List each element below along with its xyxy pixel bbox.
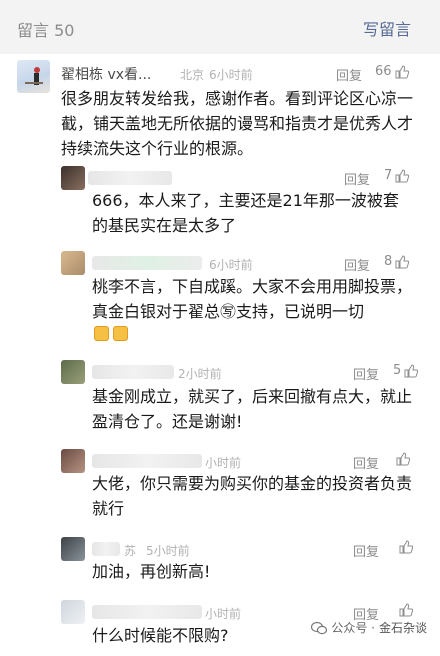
like-count: 5 xyxy=(393,363,402,378)
reply-text: 什么时候能不限购? xyxy=(92,626,229,645)
blurred-name xyxy=(92,256,202,270)
emoji-row xyxy=(94,324,132,343)
emoji-icon xyxy=(113,326,128,341)
reply-text: 666，本人来了，主要还是21年那一波被套的基民实在是太多了 xyxy=(92,191,399,235)
comment-time: 6小时前 xyxy=(209,68,253,82)
like-button[interactable]: 7 xyxy=(384,168,410,183)
blurred-name xyxy=(92,605,202,619)
commenter-name[interactable]: 翟相栋 vx看... xyxy=(61,64,151,84)
reply-item: 小时前 回复 大佬，你只需要为购买你的基金的投资者负责就行 xyxy=(0,449,440,529)
reply-item: 2小时前 回复 5 基金刚成立，就买了，后来回撤有点大，就止盈清仓了。还是谢谢! xyxy=(0,360,440,440)
watermark-account-name: 金石杂谈 xyxy=(378,621,427,635)
comments-header: 留言 50 写留言 xyxy=(0,0,440,54)
emoji-icon xyxy=(94,326,109,341)
avatar[interactable] xyxy=(61,360,85,384)
like-button[interactable]: 5 xyxy=(393,363,419,378)
like-button[interactable] xyxy=(396,540,413,554)
write-comment-button[interactable]: 写留言 xyxy=(363,16,411,40)
avatar[interactable] xyxy=(17,60,50,93)
reply-time: 6小时前 xyxy=(209,258,253,272)
blurred-name xyxy=(92,454,202,468)
like-count: 8 xyxy=(384,254,393,269)
reply-button[interactable]: 回复 xyxy=(353,453,379,472)
reply-text: 桃李不言，下自成蹊。大家不会用用脚投票，真金白银对于翟总㊢支持，已说明一切 xyxy=(92,277,413,321)
avatar[interactable] xyxy=(61,537,85,561)
comment-location: 北京 xyxy=(180,68,205,82)
like-button[interactable]: 8 xyxy=(384,254,410,269)
wechat-logo-icon xyxy=(311,621,328,634)
avatar[interactable] xyxy=(61,600,85,624)
thumbs-up-icon xyxy=(404,363,419,377)
reply-button[interactable]: 回复 xyxy=(344,169,370,188)
thumbs-up-icon xyxy=(395,254,410,268)
reply-button[interactable]: 回复 xyxy=(353,364,379,383)
like-count: 66 xyxy=(375,64,392,79)
reply-item: 回复 7 666，本人来了，主要还是21年那一波被套的基民实在是太多了 xyxy=(0,166,440,244)
commenter-name-fragment: 苏 xyxy=(124,544,137,558)
blurred-name xyxy=(88,171,172,185)
reply-item: 苏 5小时前 回复 加油，再创新高! xyxy=(0,537,440,593)
reply-text: 基金刚成立，就买了，后来回撤有点大，就止盈清仓了。还是谢谢! xyxy=(92,387,413,431)
like-button[interactable]: 66 xyxy=(375,64,409,79)
reply-time: 5小时前 xyxy=(146,544,190,558)
avatar[interactable] xyxy=(61,166,85,190)
like-button[interactable] xyxy=(396,603,413,617)
reply-button[interactable]: 回复 xyxy=(353,541,379,560)
comment-count-title: 留言 50 xyxy=(17,21,75,40)
reply-time: 小时前 xyxy=(205,607,242,621)
thumbs-up-icon xyxy=(396,452,410,466)
wechat-watermark: 公众号 · 金石杂谈 xyxy=(311,619,427,636)
blurred-name xyxy=(92,365,174,379)
reply-text: 加油，再创新高! xyxy=(92,562,211,581)
reply-time: 2小时前 xyxy=(178,367,222,381)
like-count: 7 xyxy=(384,168,393,183)
reply-item: 6小时前 回复 8 桃李不言，下自成蹊。大家不会用用脚投票，真金白银对于翟总㊢支… xyxy=(0,251,440,351)
reply-time: 小时前 xyxy=(205,456,242,470)
like-button[interactable] xyxy=(393,452,410,466)
watermark-prefix: 公众号 · xyxy=(331,621,375,635)
avatar[interactable] xyxy=(61,449,85,473)
reply-button[interactable]: 回复 xyxy=(336,65,362,84)
blurred-name xyxy=(92,542,120,556)
avatar[interactable] xyxy=(61,251,85,275)
reply-text: 大佬，你只需要为购买你的基金的投资者负责就行 xyxy=(92,474,413,518)
comment-item: 翟相栋 vx看... 北京 6小时前 回复 66 很多朋友转发给我，感谢作者。看… xyxy=(0,54,440,166)
thumbs-up-icon xyxy=(399,540,413,554)
comment-text: 很多朋友转发给我，感谢作者。看到评论区心凉一截，铺天盖地无所依据的谩骂和指责才是… xyxy=(61,89,414,158)
reply-button[interactable]: 回复 xyxy=(344,255,370,274)
thumbs-up-icon xyxy=(399,603,413,617)
thumbs-up-icon xyxy=(395,64,409,78)
avatar-figure-icon xyxy=(25,67,43,85)
thumbs-up-icon xyxy=(395,168,410,182)
